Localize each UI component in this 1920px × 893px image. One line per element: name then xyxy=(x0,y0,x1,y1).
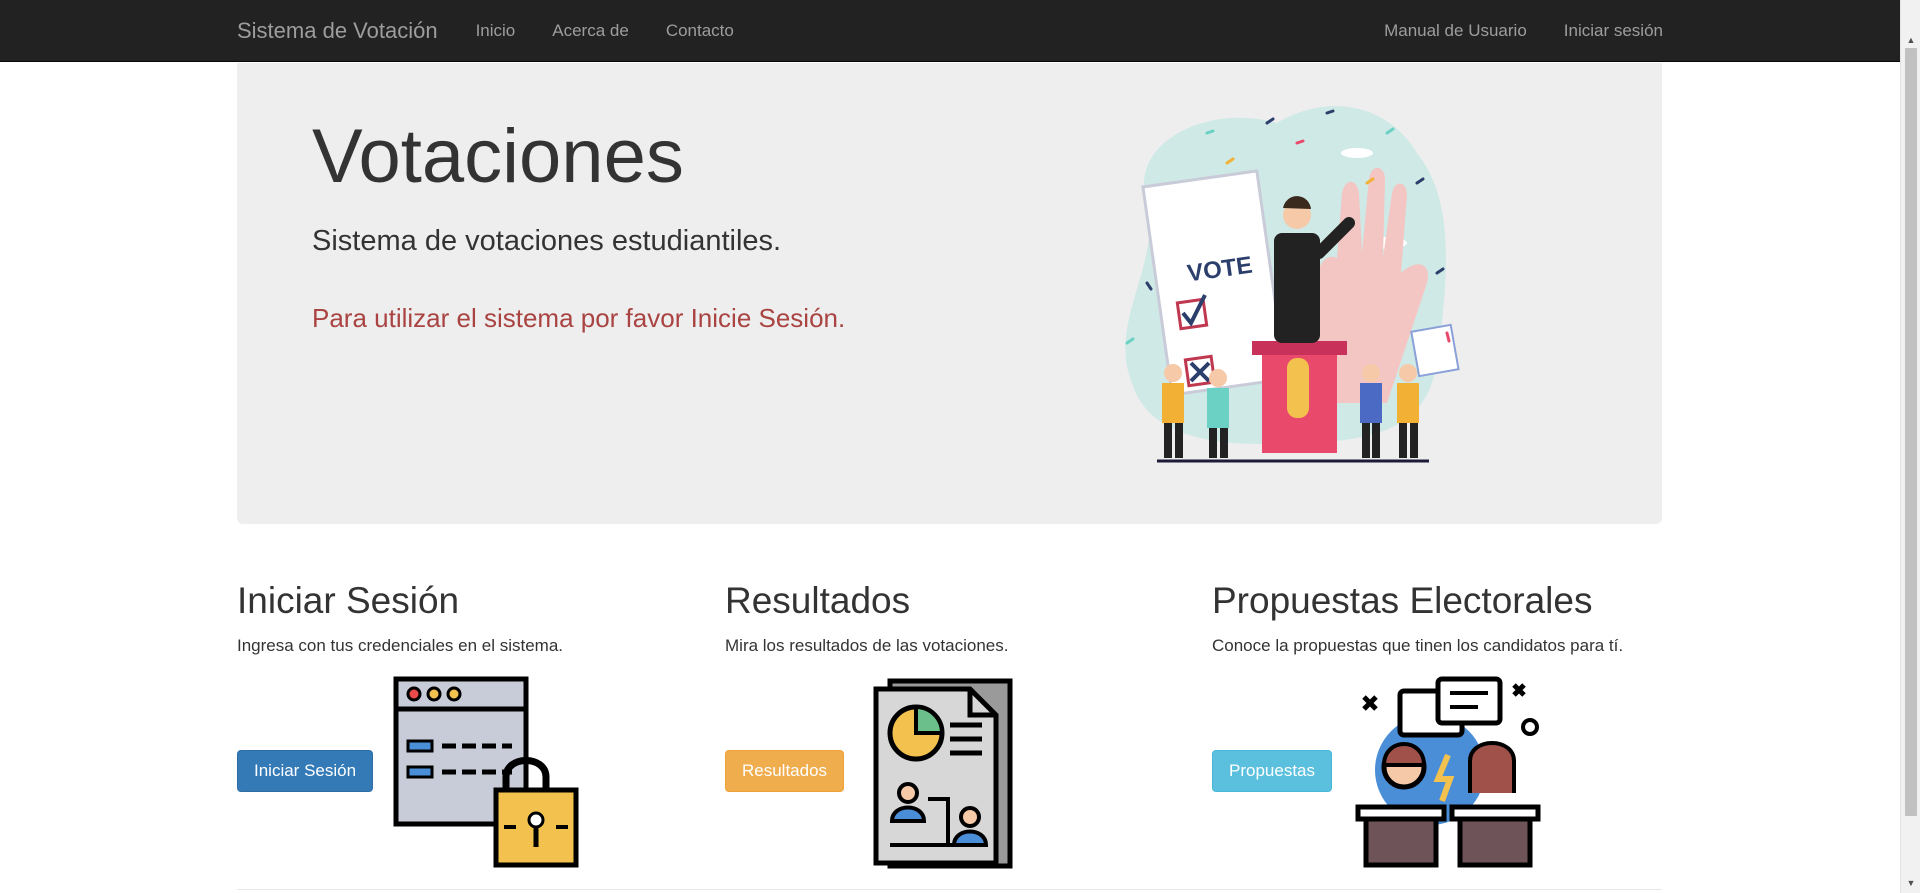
scroll-up-arrow-icon[interactable]: ▲ xyxy=(1901,30,1920,50)
feature-results-description: Mira los resultados de las votaciones. xyxy=(725,636,1009,655)
feature-login-description: Ingresa con tus credenciales en el siste… xyxy=(237,636,564,655)
scroll-down-arrow-icon[interactable]: ▼ xyxy=(1901,873,1920,893)
brand-link[interactable]: Sistema de Votación xyxy=(237,18,438,44)
feature-proposals-description: Conoce la propuestas que tinen los candi… xyxy=(1212,636,1624,655)
feature-login-heading: Iniciar Sesión xyxy=(237,580,460,621)
results-button[interactable]: Resultados xyxy=(725,750,845,792)
hero-subtitle: Sistema de votaciones estudiantiles. xyxy=(312,225,782,257)
scroll-thumb[interactable] xyxy=(1905,48,1917,816)
feature-proposals-heading: Propuestas Electorales xyxy=(1212,580,1593,621)
feature-results: Resultados Mira los resultados de las vo… xyxy=(725,580,1195,880)
feature-proposals: Propuestas Electorales Conoce la propues… xyxy=(1212,580,1682,880)
nav-left: Inicio Acerca de Contacto xyxy=(476,21,771,41)
voting-illustration: VOTE xyxy=(1125,106,1460,463)
login-button[interactable]: Iniciar Sesión xyxy=(237,750,374,792)
nav-link-manual[interactable]: Manual de Usuario xyxy=(1384,21,1527,41)
hero-jumbotron: Votaciones Sistema de votaciones estudia… xyxy=(237,63,1662,524)
login-lock-icon xyxy=(393,676,579,868)
nav-link-contacto[interactable]: Contacto xyxy=(666,21,734,41)
nav-right: Manual de Usuario Iniciar sesión xyxy=(1384,21,1663,41)
feature-results-heading: Resultados xyxy=(725,580,911,621)
results-report-icon xyxy=(873,678,1013,869)
proposals-button[interactable]: Propuestas xyxy=(1212,750,1332,792)
nav-link-acerca-de[interactable]: Acerca de xyxy=(552,21,629,41)
nav-link-login[interactable]: Iniciar sesión xyxy=(1564,21,1663,41)
feature-login: Iniciar Sesión Ingresa con tus credencia… xyxy=(237,580,707,880)
content-divider xyxy=(237,889,1662,890)
navbar: Sistema de Votación Inicio Acerca de Con… xyxy=(0,0,1900,62)
vertical-scrollbar[interactable]: ▲ ▼ xyxy=(1900,0,1920,893)
debate-icon xyxy=(1355,676,1541,868)
hero-login-notice: Para utilizar el sistema por favor Inici… xyxy=(312,303,846,333)
nav-link-inicio[interactable]: Inicio xyxy=(476,21,516,41)
hero-title: Votaciones xyxy=(312,114,684,199)
navbar-container: Sistema de Votación Inicio Acerca de Con… xyxy=(237,0,1663,62)
